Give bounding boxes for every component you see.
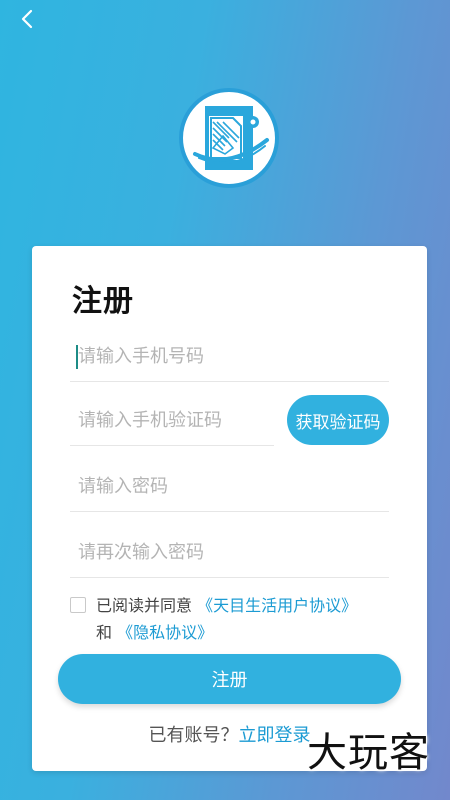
watermark: 大玩客	[307, 730, 430, 776]
agreement-line-1: 已阅读并同意 《天目生活用户协议》	[96, 592, 357, 619]
password-field[interactable]	[70, 461, 389, 512]
app-logo-icon	[193, 106, 269, 170]
phone-input[interactable]	[70, 331, 389, 381]
password-input[interactable]	[70, 461, 389, 511]
register-card: 注册 获取验证码 已阅读并同意 《天目生活用户协议》 和 《隐私协议》 注册 已…	[32, 246, 427, 771]
confirm-password-input[interactable]	[70, 527, 389, 577]
code-input[interactable]	[70, 395, 274, 445]
back-button[interactable]	[14, 6, 40, 32]
page-title: 注册	[72, 284, 134, 319]
get-code-button[interactable]: 获取验证码	[287, 395, 389, 445]
register-button[interactable]: 注册	[58, 654, 401, 704]
privacy-agreement-link[interactable]: 《隐私协议》	[117, 623, 213, 642]
agreement-prefix: 已阅读并同意	[96, 596, 193, 615]
agreement-checkbox[interactable]	[70, 597, 86, 613]
user-agreement-link[interactable]: 《天目生活用户协议》	[197, 596, 357, 615]
confirm-password-field[interactable]	[70, 527, 389, 578]
code-field[interactable]	[70, 395, 274, 446]
agreement-line-2: 和 《隐私协议》	[96, 619, 213, 646]
text-caret	[76, 345, 78, 369]
agreement-and: 和	[96, 623, 113, 642]
chevron-left-icon	[21, 9, 33, 29]
phone-field[interactable]	[70, 331, 389, 382]
app-logo	[179, 88, 279, 188]
login-link[interactable]: 立即登录	[239, 725, 311, 746]
has-account-text: 已有账号？	[148, 725, 239, 746]
